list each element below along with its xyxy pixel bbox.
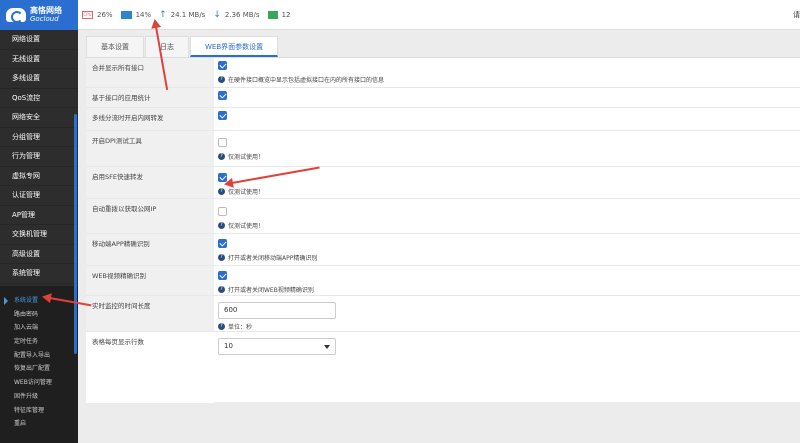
tab-logs[interactable]: 日志 <box>145 36 189 57</box>
tab-basic-settings[interactable]: 基本设置 <box>86 36 144 57</box>
tab-web-ui-params[interactable]: WEB界面参数设置 <box>190 36 279 57</box>
status-bar: CPU 26% 14% ↑ 24.1 MB/s ↓ 2.36 MB/s 12 <box>82 10 290 20</box>
memory-usage: 14% <box>135 11 152 19</box>
setting-row: 表格每页显示行数 10 <box>86 332 800 403</box>
tab-bar: 基本设置 日志 WEB界面参数设置 <box>86 36 279 57</box>
setting-label: 启用SFE快速转发 <box>86 167 214 198</box>
cpu-icon: CPU <box>82 11 93 19</box>
sidebar: 网络设置 无线设置 多线设置 QoS流控 网络安全 分组管理 行为管理 虚拟专网… <box>0 30 78 443</box>
setting-row: 多线分流时开启内网转发 <box>86 108 800 131</box>
client-count: 12 <box>281 11 291 19</box>
submenu-item-config-import-export[interactable]: 配置导入导出 <box>0 349 78 363</box>
help-icon: ? <box>218 286 225 293</box>
sidebar-item-behavior[interactable]: 行为管理 <box>0 147 78 167</box>
monitor-icon <box>267 11 278 19</box>
setting-label: 基于接口的应用统计 <box>86 88 214 107</box>
setting-label: WEB视频精确识别 <box>86 266 214 295</box>
setting-label: 表格每页显示行数 <box>86 332 214 403</box>
setting-row: 开启DPI测试工具 ? 仅测试使用！ <box>86 131 800 167</box>
sidebar-item-system[interactable]: 系统管理 <box>0 264 78 284</box>
cpu-usage: 26% <box>97 11 113 19</box>
setting-hint: 仅测试使用！ <box>228 223 265 230</box>
sidebar-item-auth[interactable]: 认证管理 <box>0 186 78 206</box>
help-icon: ? <box>218 323 225 330</box>
merge-interfaces-checkbox[interactable] <box>218 61 227 70</box>
sidebar-item-groups[interactable]: 分组管理 <box>0 128 78 147</box>
sidebar-item-network[interactable]: 网络设置 <box>0 30 78 50</box>
setting-label: 合并显示所有接口 <box>86 58 214 87</box>
sidebar-item-vpn[interactable]: 虚拟专网 <box>0 167 78 186</box>
setting-row: 自动重拨以获取公网IP ? 仅测试使用！ <box>86 199 800 234</box>
sidebar-item-qos[interactable]: QoS流控 <box>0 89 78 108</box>
brand-logo[interactable]: 高恪网络 Gocloud <box>0 0 78 30</box>
setting-hint: 打开或者关闭WEB视频精确识别 <box>228 287 314 294</box>
setting-label: 多线分流时开启内网转发 <box>86 108 214 130</box>
rows-per-page-select[interactable]: 10 <box>218 338 336 355</box>
submenu-item-join-cloud[interactable]: 加入云端 <box>0 321 78 335</box>
submenu-item-firmware-upgrade[interactable]: 固件升级 <box>0 390 78 404</box>
setting-row: 合并显示所有接口 ? 在硬件接口概览中显示包括虚拟接口在内的所有接口的信息 <box>86 58 800 88</box>
setting-label: 实时监控的时间长度 <box>86 296 214 331</box>
system-submenu: 系统设置 路由密码 加入云端 定时任务 配置导入导出 恢复出厂配置 WEB访问管… <box>0 286 78 443</box>
main-content: 基本设置 日志 WEB界面参数设置 合并显示所有接口 ? 在硬件接口概览中显示包括… <box>78 30 800 443</box>
setting-label: 移动端APP精确识别 <box>86 234 214 265</box>
setting-row: WEB视频精确识别 ? 打开或者关闭WEB视频精确识别 <box>86 266 800 296</box>
monitor-duration-input[interactable]: 600 <box>218 302 336 319</box>
auto-redial-checkbox[interactable] <box>218 207 227 216</box>
upload-rate: 24.1 MB/s <box>170 11 206 19</box>
sidebar-item-switch[interactable]: 交换机管理 <box>0 225 78 245</box>
rows-per-page-value: 10 <box>224 342 233 350</box>
setting-row: 移动端APP精确识别 ? 打开或者关闭移动端APP精确识别 <box>86 234 800 266</box>
download-rate: 2.36 MB/s <box>224 11 260 19</box>
interface-app-stats-checkbox[interactable] <box>218 91 227 100</box>
sidebar-scrollbar[interactable] <box>74 114 77 354</box>
submenu-item-reboot[interactable]: 重启 <box>0 417 78 431</box>
submenu-item-scheduled-tasks[interactable]: 定时任务 <box>0 335 78 349</box>
download-arrow-icon: ↓ <box>213 10 221 20</box>
help-icon: ? <box>218 76 225 83</box>
submenu-item-web-access[interactable]: WEB访问管理 <box>0 376 78 390</box>
setting-label: 开启DPI测试工具 <box>86 131 214 166</box>
cloud-logo-icon <box>6 8 26 23</box>
help-icon: ? <box>218 153 225 160</box>
dpi-test-checkbox[interactable] <box>218 138 227 147</box>
setting-row: 实时监控的时间长度 600 ? 单位：秒 <box>86 296 800 332</box>
submenu-item-factory-reset[interactable]: 恢复出厂配置 <box>0 362 78 376</box>
setting-hint: 在硬件接口概览中显示包括虚拟接口在内的所有接口的信息 <box>228 77 385 84</box>
setting-hint: 单位：秒 <box>228 324 253 331</box>
brand-name-cn: 高恪网络 <box>30 6 62 15</box>
submenu-item-signature-db[interactable]: 特征库管理 <box>0 404 78 418</box>
setting-hint: 仅测试使用！ <box>228 189 265 196</box>
setting-row: 基于接口的应用统计 <box>86 88 800 108</box>
setting-hint: 打开或者关闭移动端APP精确识别 <box>228 255 318 262</box>
brand-name-en: Gocloud <box>30 15 59 23</box>
sidebar-item-multiline[interactable]: 多线设置 <box>0 69 78 89</box>
web-video-recognition-checkbox[interactable] <box>218 271 227 280</box>
settings-panel: 合并显示所有接口 ? 在硬件接口概览中显示包括虚拟接口在内的所有接口的信息 基于接… <box>86 57 800 403</box>
sidebar-item-advanced[interactable]: 高级设置 <box>0 245 78 264</box>
mobile-app-recognition-checkbox[interactable] <box>218 239 227 248</box>
memory-icon <box>120 11 132 19</box>
top-bar: 高恪网络 Gocloud CPU 26% 14% ↑ 24.1 MB/s ↓ 2… <box>0 0 800 30</box>
help-icon: ? <box>218 254 225 261</box>
setting-row: 启用SFE快速转发 ? 仅测试使用！ <box>86 167 800 199</box>
caret-down-icon <box>324 345 330 349</box>
submenu-item-router-password[interactable]: 路由密码 <box>0 308 78 322</box>
setting-hint: 仅测试使用！ <box>228 154 265 161</box>
sidebar-item-wireless[interactable]: 无线设置 <box>0 50 78 69</box>
sidebar-item-ap[interactable]: AP管理 <box>0 206 78 225</box>
help-icon: ? <box>218 222 225 229</box>
top-right-link[interactable]: 请 <box>793 10 800 20</box>
upload-arrow-icon: ↑ <box>159 10 167 20</box>
setting-label: 自动重拨以获取公网IP <box>86 199 214 233</box>
intranet-forward-checkbox[interactable] <box>218 111 227 120</box>
sidebar-item-security[interactable]: 网络安全 <box>0 108 78 128</box>
